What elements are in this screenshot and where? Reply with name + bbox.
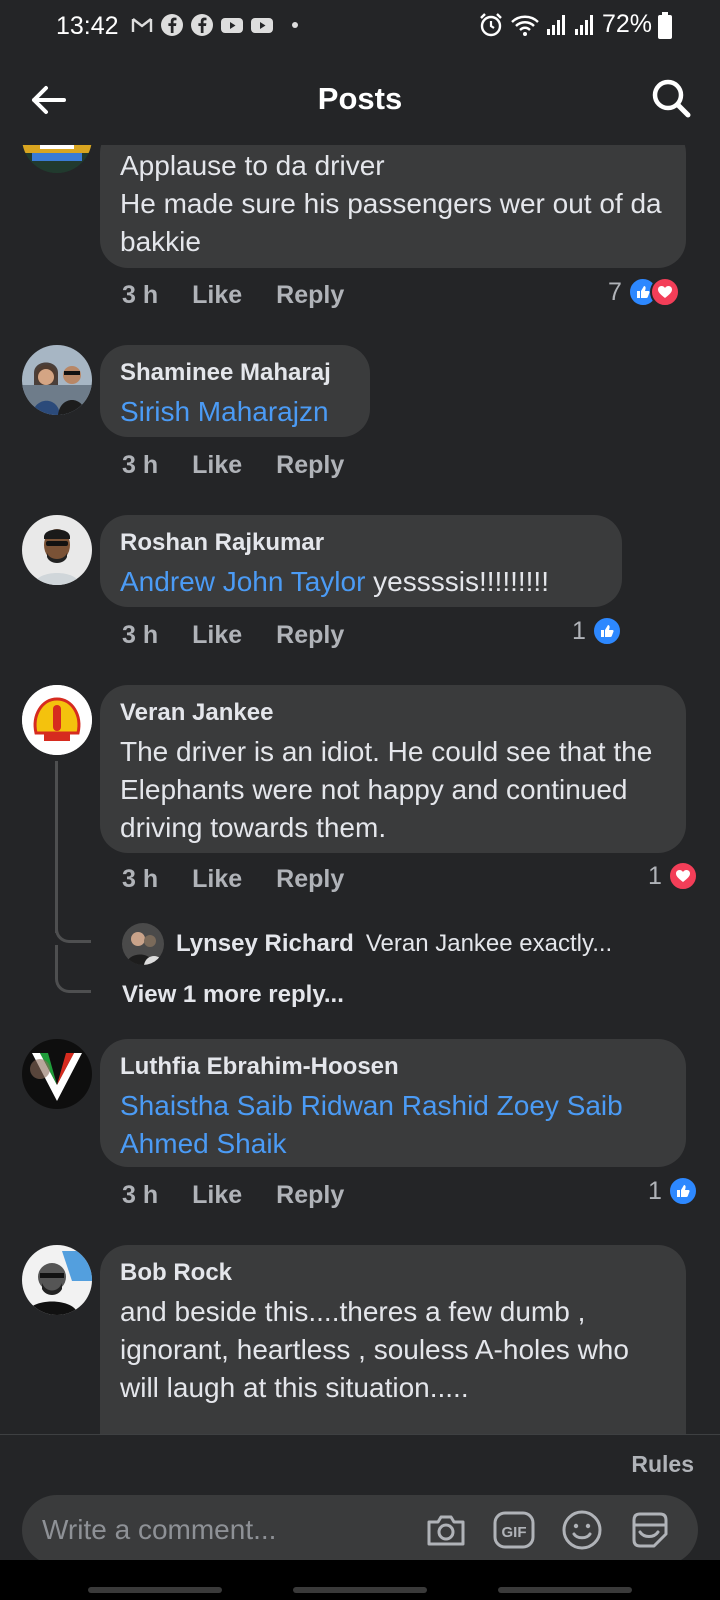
home-nav-button[interactable] [293,1587,427,1593]
comment-author[interactable]: Shaminee Maharaj [120,359,350,387]
avatar[interactable] [22,1039,92,1109]
rules-link[interactable]: Rules [631,1451,694,1478]
comment-bubble[interactable]: Luthfia Ebrahim-Hoosen Shaistha Saib Rid… [100,1039,686,1167]
avatar[interactable] [22,685,92,755]
more-notifications-dot [292,22,298,28]
status-right: 72% [478,10,652,39]
reply-button[interactable]: Reply [276,451,344,480]
comment-bubble[interactable]: Bob Rock and beside this....theres a few… [100,1245,686,1435]
mention-link[interactable]: Andrew John Taylor [120,566,365,597]
comment-bubble[interactable]: Applause to da driver He made sure his p… [100,145,686,268]
like-button[interactable]: Like [192,865,242,894]
svg-text:GIF: GIF [502,1524,527,1541]
comment-author[interactable]: Roshan Rajkumar [120,529,602,557]
thread-connector [55,915,91,943]
comment-actions: 3 h Like Reply [122,865,344,894]
comments-list[interactable]: Applause to da driver He made sure his p… [0,145,720,1435]
comment-time: 3 h [122,621,159,649]
reaction-count: 1 [648,1176,662,1205]
reply-button[interactable]: Reply [276,1181,344,1210]
emoji-icon[interactable] [560,1508,604,1552]
comment-actions: 3 h Like Reply [122,281,344,310]
alarm-icon [480,12,502,36]
reaction-summary[interactable]: 1 [648,861,698,891]
status-bar: 13:42 72% [0,0,720,55]
comment-input[interactable] [42,1505,412,1555]
mention-link[interactable]: Shaistha Saib Ridwan Rashid Zoey Saib Ah… [120,1090,623,1159]
page-title: Posts [317,81,403,116]
recents-nav-button[interactable] [88,1587,222,1593]
status-time: 13:42 [56,12,119,40]
comment-time: 3 h [122,865,159,893]
comment-bubble[interactable]: Veran Jankee The driver is an idiot. He … [100,685,686,853]
comment-text: yessssis!!!!!!!!! [365,566,549,597]
reply-text: Veran Jankee exactly... [365,930,613,957]
facebook-icon [161,14,183,36]
reaction-count: 1 [648,861,662,890]
thread-line [55,761,58,933]
like-reaction-icon [667,1176,698,1206]
comment-actions: 3 h Like Reply [122,1181,344,1210]
battery-icon [658,12,672,39]
gmail-icon [131,18,153,32]
reaction-summary[interactable]: 7 [608,277,680,307]
avatar[interactable] [122,923,164,965]
like-button[interactable]: Like [192,621,242,650]
back-nav-button[interactable] [498,1587,632,1593]
avatar[interactable] [22,145,92,173]
like-button[interactable]: Like [192,451,242,480]
comment-time: 3 h [122,451,159,479]
wifi-icon [511,15,539,36]
comment-bubble[interactable]: Roshan Rajkumar Andrew John Taylor yesss… [100,515,622,607]
top-app-bar: Posts [0,55,720,145]
youtube-icon [221,18,243,33]
signal-icon [546,14,565,35]
comment-author[interactable]: Luthfia Ebrahim-Hoosen [120,1053,666,1081]
comment-actions: 3 h Like Reply [122,451,344,480]
gif-icon[interactable]: GIF [492,1508,536,1552]
avatar[interactable] [22,515,92,585]
comment-box[interactable]: GIF [22,1495,698,1565]
comment-author[interactable]: Veran Jankee [120,699,666,727]
comment-bubble[interactable]: Shaminee Maharaj Sirish Maharajzn [100,345,370,437]
reaction-summary[interactable]: 1 [648,1176,698,1206]
mention-link[interactable]: Sirish Maharajzn [120,396,329,427]
battery-level: 72% [601,10,652,38]
thread-connector [55,945,91,993]
like-button[interactable]: Like [192,281,242,310]
love-reaction-icon [667,861,698,891]
facebook-icon [191,14,213,36]
comment-time: 3 h [122,1181,159,1209]
sticker-icon[interactable] [628,1508,672,1552]
search-icon[interactable] [648,75,694,121]
view-more-replies-link[interactable]: View 1 more reply... [122,981,344,1009]
camera-icon[interactable] [424,1508,468,1552]
signal-icon [574,14,593,35]
reply-button[interactable]: Reply [276,281,344,310]
comment-author[interactable]: Bob Rock [120,1259,666,1287]
comment-composer: Rules GIF [0,1434,720,1565]
comment-text: and beside this....theres a few dumb , i… [120,1296,629,1403]
comment-actions: 3 h Like Reply [122,621,344,650]
like-button[interactable]: Like [192,1181,242,1210]
reply-preview[interactable]: Lynsey Richard Veran Jankee exactly... [122,923,612,965]
comment-text: The driver is an idiot. He could see tha… [120,736,653,843]
love-reaction-icon [649,277,680,307]
system-nav-bar [0,1560,720,1600]
reply-button[interactable]: Reply [276,865,344,894]
notification-icons [130,13,298,37]
reaction-count: 1 [572,616,586,645]
like-reaction-icon [591,616,622,646]
reply-author[interactable]: Lynsey Richard [176,930,354,958]
reaction-count: 7 [608,277,622,306]
reaction-summary[interactable]: 1 [572,616,622,646]
avatar[interactable] [22,1245,92,1315]
comment-time: 3 h [122,281,159,309]
avatar[interactable] [22,345,92,415]
youtube-icon [251,18,273,33]
comment-text: Applause to da driver He made sure his p… [120,150,662,257]
reply-button[interactable]: Reply [276,621,344,650]
